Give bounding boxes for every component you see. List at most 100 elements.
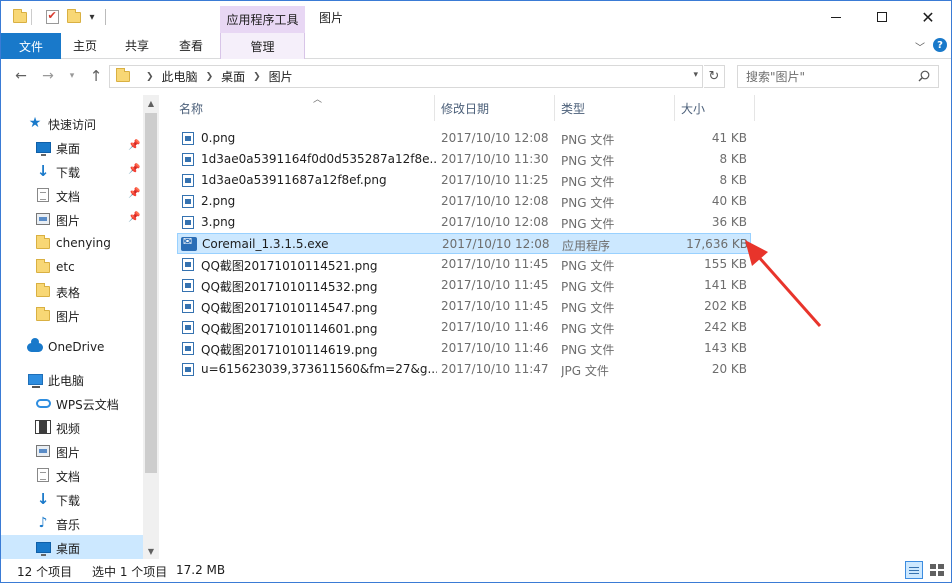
image-file-icon [182,216,194,229]
search-placeholder: 搜索"图片" [746,70,806,84]
address-dropdown-icon[interactable]: ▾ [693,70,698,80]
column-header-name[interactable]: 名称 ︿ [173,95,435,121]
file-row[interactable]: 1d3ae0a5391164f0d0d535287a12f8e... 2017/1… [177,149,751,170]
nav-item-videos[interactable]: 视频 [1,415,143,439]
tab-share[interactable]: 共享 [113,33,161,58]
search-input[interactable]: 搜索"图片" [737,65,939,88]
nav-item-pc-desktop[interactable]: 桌面 [1,535,143,559]
close-button[interactable]: ✕ [905,1,951,33]
minimize-icon [831,16,841,18]
nav-item-etc[interactable]: etc [1,255,143,279]
properties-icon[interactable] [43,8,61,26]
refresh-icon[interactable]: ↻ [704,65,725,88]
maximize-icon [877,12,887,22]
tab-view[interactable]: 查看 [167,33,215,58]
nav-item-desktop[interactable]: 桌面 📌 [1,135,143,159]
status-selected-size: 17.2 MB [176,563,226,577]
breadcrumb-chevron-icon[interactable]: ❯ [146,72,154,82]
column-header-size[interactable]: 大小 [675,95,755,121]
search-icon [918,70,930,82]
nav-item-pc-pictures[interactable]: 图片 [1,439,143,463]
nav-item-this-pc[interactable]: 此电脑 [1,367,143,391]
address-bar[interactable]: ❯ 此电脑 ❯ 桌面 ❯ 图片 ▾ [109,65,703,88]
tab-manage[interactable]: 管理 [220,33,305,59]
column-header-type[interactable]: 类型 [555,95,675,121]
download-icon: ↓ [36,489,50,508]
nav-item-chenying[interactable]: chenying [1,231,143,255]
file-row[interactable]: 1d3ae0a53911687a12f8ef.png 2017/10/10 11:… [177,170,751,191]
nav-item-wps-cloud[interactable]: WPS云文档 [1,391,143,415]
scroll-down-icon[interactable]: ▼ [143,543,159,559]
image-file-icon [182,258,194,271]
navigation-pane: ★ 快速访问 桌面 📌 ↓ 下载 📌 文档 📌 图片 📌 chenying etc 表格 图… [1,95,159,559]
ribbon-expand-icon[interactable]: ﹀ [915,39,925,54]
nav-item-documents[interactable]: 文档 📌 [1,183,143,207]
nav-item-pictures-folder[interactable]: 图片 [1,303,143,327]
desktop-icon [35,140,51,156]
nav-item-quick-access[interactable]: ★ 快速访问 [1,111,143,135]
quick-access-dropdown-icon[interactable]: ▾ [85,8,99,26]
image-file-icon [182,321,194,334]
back-icon[interactable]: ← [12,67,30,85]
details-view-icon[interactable] [905,561,923,579]
breadcrumb-this-pc[interactable]: 此电脑 [162,68,198,85]
ribbon-tabs: 文件 主页 共享 查看 管理 ﹀ ? [1,33,951,59]
nav-item-onedrive[interactable]: OneDrive [1,335,143,359]
image-file-icon [182,174,194,187]
computer-icon [27,372,43,388]
pin-icon[interactable]: 📌 [128,212,140,223]
breadcrumb-chevron-icon[interactable]: ❯ [253,72,261,82]
scrollbar-thumb[interactable] [145,113,157,473]
pin-icon[interactable]: 📌 [128,164,140,175]
desktop-icon [35,540,51,556]
maximize-button[interactable] [859,1,905,33]
file-row[interactable]: 0.png 2017/10/10 12:08 PNG 文件 41 KB [177,128,751,149]
close-icon: ✕ [921,7,935,27]
file-row[interactable]: QQ截图20171010114547.png 2017/10/10 11:45 PN… [177,296,751,317]
file-row-selected[interactable]: Coremail_1.3.1.5.exe2017/10/10 12:08应用程序… [177,233,751,254]
nav-item-spreadsheets[interactable]: 表格 [1,279,143,303]
file-row[interactable]: QQ截图20171010114601.png 2017/10/10 11:46 PN… [177,317,751,338]
file-row[interactable]: QQ截图20171010114521.png 2017/10/10 11:45 PN… [177,254,751,275]
image-file-icon [182,279,194,292]
scroll-up-icon[interactable]: ▲ [143,95,159,111]
status-item-count: 12 个项目 [17,565,73,579]
new-folder-icon[interactable] [65,8,83,26]
file-row[interactable]: QQ截图20171010114532.png 2017/10/10 11:45 PN… [177,275,751,296]
breadcrumb-chevron-icon[interactable]: ❯ [206,72,214,82]
file-row[interactable]: u=615623039,373611560&fm=27&g... 2017/10/… [177,359,751,380]
up-icon[interactable]: ↑ [87,67,105,85]
navigation-bar: ← → ▾ ↑ ❯ 此电脑 ❯ 桌面 ❯ 图片 ▾ ↻ 搜索"图片" [1,60,951,94]
nav-item-music[interactable]: ♪ 音乐 [1,511,143,535]
status-selected-count: 选中 1 个项目 [92,565,168,579]
nav-scrollbar[interactable]: ▲ ▼ [143,95,159,559]
tab-home[interactable]: 主页 [61,33,109,58]
wps-cloud-icon [35,396,51,410]
quick-access-separator [105,9,106,25]
recent-locations-icon[interactable]: ▾ [63,67,81,85]
file-row[interactable]: 2.png 2017/10/10 12:08 PNG 文件 40 KB [177,191,751,212]
pin-icon[interactable]: 📌 [128,188,140,199]
large-icons-view-icon[interactable] [927,561,945,579]
folder-icon [35,306,51,322]
cloud-icon [27,337,43,354]
nav-item-downloads[interactable]: ↓ 下载 📌 [1,159,143,183]
nav-item-pc-documents[interactable]: 文档 [1,463,143,487]
minimize-button[interactable] [813,1,859,33]
folder-icon [35,282,51,298]
star-icon: ★ [28,115,42,131]
nav-item-pc-downloads[interactable]: ↓ 下载 [1,487,143,511]
breadcrumb-desktop[interactable]: 桌面 [221,68,245,85]
column-header-date[interactable]: 修改日期 [435,95,555,121]
forward-icon[interactable]: → [39,67,57,85]
image-file-icon [182,153,194,166]
image-file-icon [182,195,194,208]
breadcrumb-pictures[interactable]: 图片 [269,68,293,85]
file-row[interactable]: 3.png 2017/10/10 12:08 PNG 文件 36 KB [177,212,751,233]
nav-item-pictures[interactable]: 图片 📌 [1,207,143,231]
help-icon[interactable]: ? [933,38,947,52]
file-row[interactable]: QQ截图20171010114619.png 2017/10/10 11:46 PN… [177,338,751,359]
tab-file[interactable]: 文件 [1,33,61,59]
title-bar: ▾ 应用程序工具 图片 ✕ [1,1,951,33]
pin-icon[interactable]: 📌 [128,140,140,151]
